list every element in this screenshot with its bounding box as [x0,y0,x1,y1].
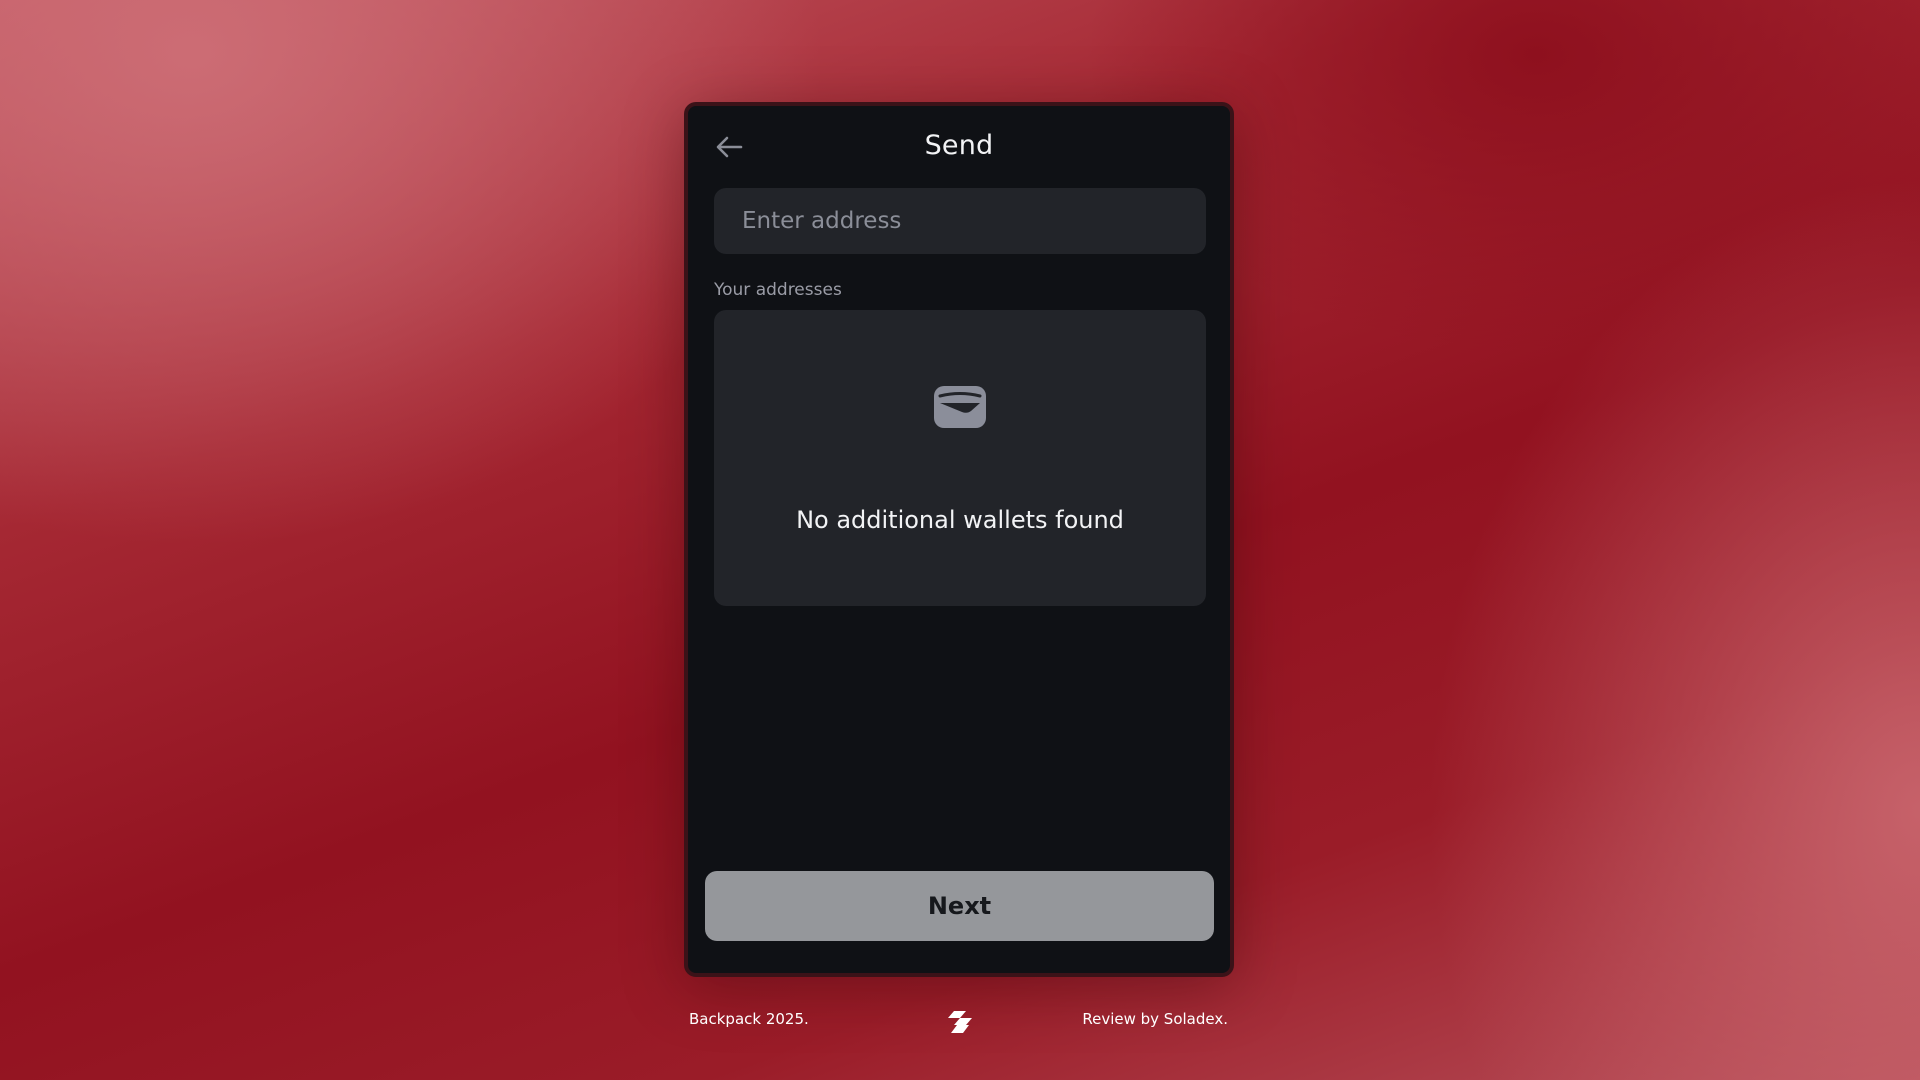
footer-review-credit: Review by Soladex. [1082,1010,1228,1028]
your-addresses-label: Your addresses [714,280,842,300]
empty-state-text: No additional wallets found [796,506,1124,534]
soladex-logo-icon [946,1008,974,1036]
panel-header: Send [688,106,1230,190]
page-title: Send [924,130,994,161]
footer-copyright: Backpack 2025. [689,1010,809,1028]
wallet-icon [933,384,987,430]
next-button[interactable]: Next [705,871,1214,941]
address-input[interactable] [714,188,1206,254]
addresses-empty-state: No additional wallets found [714,310,1206,606]
send-panel: Send Your addresses No additional wallet… [684,102,1234,977]
